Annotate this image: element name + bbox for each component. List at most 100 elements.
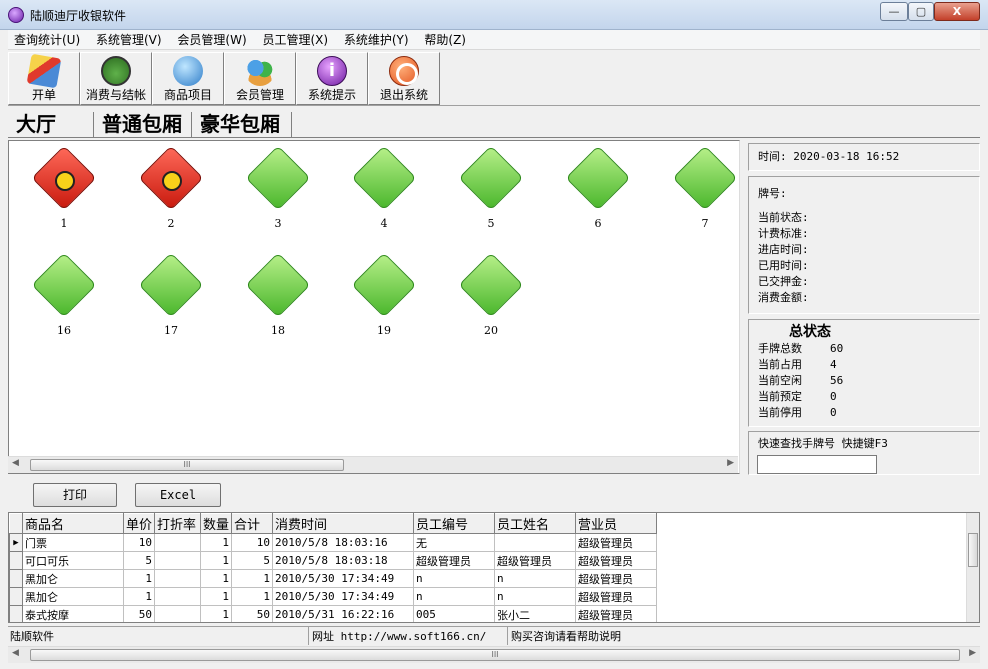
table-cell: 10 — [231, 533, 273, 552]
hall-horizontal-scrollbar[interactable]: ◀ III ▶ — [8, 456, 738, 473]
room-tile[interactable]: 18 — [233, 252, 323, 354]
table-cell: 超级管理员 — [494, 551, 576, 570]
table-cell: 超级管理员 — [575, 569, 657, 588]
column-header[interactable]: 员工姓名 — [494, 513, 576, 534]
product-items-label: 商品项目 — [163, 88, 212, 102]
tab-standard-room[interactable]: 普通包厢 — [96, 112, 192, 137]
status-company: 陆顺软件 — [10, 630, 54, 643]
table-cell — [154, 533, 201, 552]
room-tile[interactable]: 19 — [339, 252, 429, 354]
scroll-left-icon[interactable]: ◀ — [12, 648, 19, 658]
current-status-label: 当前状态: — [758, 211, 809, 224]
table-vertical-scrollbar[interactable] — [966, 513, 979, 622]
window-scroll-thumb[interactable]: III — [30, 649, 960, 661]
table-cell: 50 — [231, 605, 273, 622]
table-row[interactable]: 黑加仑 1 1 1 2010/5/30 17:34:49 n n 超级管理员 — [9, 587, 657, 606]
table-cell: 10 — [123, 533, 155, 552]
excel-export-button[interactable]: Excel — [135, 483, 221, 507]
free-room-icon — [31, 252, 97, 318]
window-title: 陆顺迪厅收银软件 — [30, 9, 127, 23]
free-room-icon — [351, 145, 417, 211]
menu-system-maintenance[interactable]: 系统维护(Y) — [338, 30, 415, 50]
row-indicator — [9, 605, 23, 622]
status-website: 网址 http://www.soft166.cn/ — [312, 630, 487, 643]
open-order-button[interactable]: 开单 — [8, 52, 80, 105]
product-items-button[interactable]: 商品项目 — [152, 52, 224, 105]
window-horizontal-scrollbar[interactable]: ◀ III ▶ — [8, 646, 980, 663]
room-tile[interactable]: 17 — [126, 252, 216, 354]
member-admin-label: 会员管理 — [235, 88, 284, 102]
consumption-table: 商品名 单价 打折率 数量 合计 消费时间 员工编号 员工姓名 营业员 ▶ 门票… — [8, 512, 980, 623]
menu-member-admin[interactable]: 会员管理(W) — [171, 30, 252, 50]
free-room-icon — [458, 145, 524, 211]
table-row[interactable]: ▶ 门票 10 1 10 2010/5/8 18:03:16 无 超级管理员 — [9, 533, 657, 552]
room-tile[interactable]: 6 — [553, 145, 643, 247]
no-entry-icon — [389, 56, 419, 86]
table-row[interactable]: 可口可乐 5 1 5 2010/5/8 18:03:18 超级管理员 超级管理员… — [9, 551, 657, 570]
consume-checkout-button[interactable]: 消费与结帐 — [80, 52, 152, 105]
tab-hall[interactable]: 大厅 — [10, 112, 94, 137]
table-row[interactable]: 泰式按摩 50 1 50 2010/5/31 16:22:16 005 张小二 … — [9, 605, 657, 622]
room-tile[interactable]: 7 — [660, 145, 739, 247]
system-tips-button[interactable]: i 系统提示 — [296, 52, 368, 105]
column-header[interactable]: 数量 — [200, 513, 232, 534]
exit-system-button[interactable]: 退出系统 — [368, 52, 440, 105]
table-cell — [154, 569, 201, 588]
room-tile[interactable]: 5 — [446, 145, 536, 247]
table-cell: 2010/5/8 18:03:18 — [272, 551, 414, 570]
free-room-icon — [672, 145, 738, 211]
menu-help[interactable]: 帮助(Z) — [418, 30, 472, 50]
table-cell: 黑加仑 — [22, 587, 124, 606]
scroll-right-icon[interactable]: ▶ — [969, 648, 976, 658]
stat-total: 手牌总数 60 — [749, 341, 979, 357]
scroll-left-icon[interactable]: ◀ — [12, 458, 19, 468]
room-number: 6 — [594, 217, 602, 230]
table-cell: 可口可乐 — [22, 551, 124, 570]
scroll-right-icon[interactable]: ▶ — [727, 458, 734, 468]
table-cell: 5 — [231, 551, 273, 570]
table-row[interactable]: 黑加仑 1 1 1 2010/5/30 17:34:49 n n 超级管理员 — [9, 569, 657, 588]
current-row-arrow-icon: ▶ — [9, 533, 23, 552]
room-tile[interactable]: 2 — [126, 145, 216, 247]
plate-search-input[interactable] — [757, 455, 877, 474]
room-number: 3 — [274, 217, 282, 230]
billing-standard-label: 计费标准: — [758, 227, 809, 240]
maximize-button[interactable]: ▢ — [908, 2, 934, 21]
minimize-button[interactable]: — — [880, 2, 908, 21]
toolbar: 开单 消费与结帐 商品项目 会员管理 i 系统提示 退出系统 — [8, 52, 980, 106]
room-tile[interactable]: 16 — [19, 252, 109, 354]
column-header[interactable]: 消费时间 — [272, 513, 414, 534]
menu-system-admin[interactable]: 系统管理(V) — [90, 30, 168, 50]
stat-occupied: 当前占用 4 — [749, 357, 979, 373]
column-header[interactable]: 打折率 — [154, 513, 201, 534]
table-cell: 1 — [200, 533, 232, 552]
column-header[interactable]: 合计 — [231, 513, 273, 534]
room-tile[interactable]: 1 — [19, 145, 109, 247]
room-number: 20 — [484, 324, 498, 337]
used-time-label: 已用时间: — [758, 259, 809, 272]
menu-staff-admin[interactable]: 员工管理(X) — [256, 30, 334, 50]
table-cell: n — [494, 587, 576, 606]
stat-key: 当前空闲 — [758, 374, 802, 387]
table-cell — [494, 533, 576, 552]
print-button[interactable]: 打印 — [33, 483, 117, 507]
close-button[interactable]: X — [934, 2, 980, 21]
table-cell: 2010/5/30 17:34:49 — [272, 587, 414, 606]
column-header[interactable]: 营业员 — [575, 513, 657, 534]
column-header[interactable]: 商品名 — [22, 513, 124, 534]
room-number: 5 — [487, 217, 495, 230]
tab-deluxe-room[interactable]: 豪华包厢 — [194, 112, 292, 137]
menu-query-stats[interactable]: 查询统计(U) — [8, 30, 86, 50]
member-admin-button[interactable]: 会员管理 — [224, 52, 296, 105]
room-tile[interactable]: 4 — [339, 145, 429, 247]
table-cell: n — [494, 569, 576, 588]
column-header[interactable]: 单价 — [123, 513, 155, 534]
occupied-badge-icon — [55, 171, 75, 191]
column-header[interactable]: 员工编号 — [413, 513, 495, 534]
table-scroll-thumb[interactable] — [968, 533, 978, 567]
hall-scroll-thumb[interactable]: III — [30, 459, 344, 471]
room-tile[interactable]: 3 — [233, 145, 323, 247]
room-number: 19 — [377, 324, 391, 337]
room-tile[interactable]: 20 — [446, 252, 536, 354]
room-number: 1 — [60, 217, 68, 230]
